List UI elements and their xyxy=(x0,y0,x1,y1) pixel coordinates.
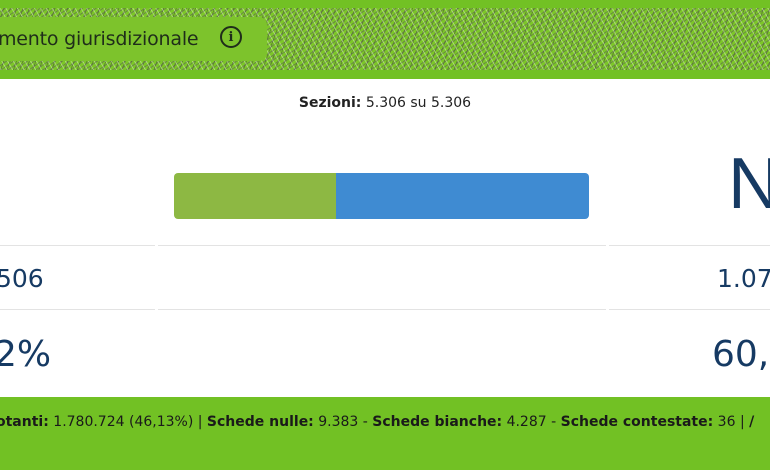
divider xyxy=(609,245,770,246)
schede-nulle-value: 9.383 xyxy=(318,414,359,430)
separator: - xyxy=(551,414,557,430)
schede-contestate-value: 36 xyxy=(717,414,736,430)
divider xyxy=(0,309,155,310)
divider xyxy=(158,309,606,310)
option-no-votes: 1.07 xyxy=(717,264,770,293)
option-si-votes: 506 xyxy=(0,264,44,293)
quesito-title-tab[interactable]: mento giurisdizionale i xyxy=(0,17,267,61)
option-si-letter: I xyxy=(0,148,2,220)
info-icon[interactable]: i xyxy=(220,26,242,48)
divider xyxy=(0,245,155,246)
option-si-percent: 2% xyxy=(0,334,52,375)
schede-contestate-label: Schede contestate: xyxy=(560,414,714,430)
quesito-title: mento giurisdizionale xyxy=(0,28,199,50)
separator: | xyxy=(739,414,745,430)
divider xyxy=(609,309,770,310)
footer-summary: otanti: 1.780.724 (46,13%) | Schede null… xyxy=(0,397,770,470)
footer-tail: / xyxy=(749,414,755,430)
schede-bianche-value: 4.287 xyxy=(506,414,547,430)
schede-nulle-label: Schede nulle: xyxy=(206,414,314,430)
sezioni-counter: Sezioni: 5.306 su 5.306 xyxy=(0,95,770,111)
separator: | xyxy=(197,414,203,430)
sezioni-value: 5.306 su 5.306 xyxy=(365,95,472,111)
sezioni-label: Sezioni: xyxy=(298,95,362,111)
votanti-label: otanti: xyxy=(0,414,49,430)
header-banner: mento giurisdizionale i xyxy=(0,0,770,79)
result-bar-si-segment xyxy=(174,173,337,219)
result-bar-no-segment xyxy=(336,173,589,219)
option-no-letter: N xyxy=(728,144,770,224)
result-bar xyxy=(174,173,589,219)
option-no-percent: 60, xyxy=(712,334,770,375)
divider xyxy=(158,245,606,246)
footer-summary-text: otanti: 1.780.724 (46,13%) | Schede null… xyxy=(0,414,754,430)
votanti-value: 1.780.724 (46,13%) xyxy=(53,414,194,430)
schede-bianche-label: Schede bianche: xyxy=(372,414,503,430)
separator: - xyxy=(362,414,368,430)
